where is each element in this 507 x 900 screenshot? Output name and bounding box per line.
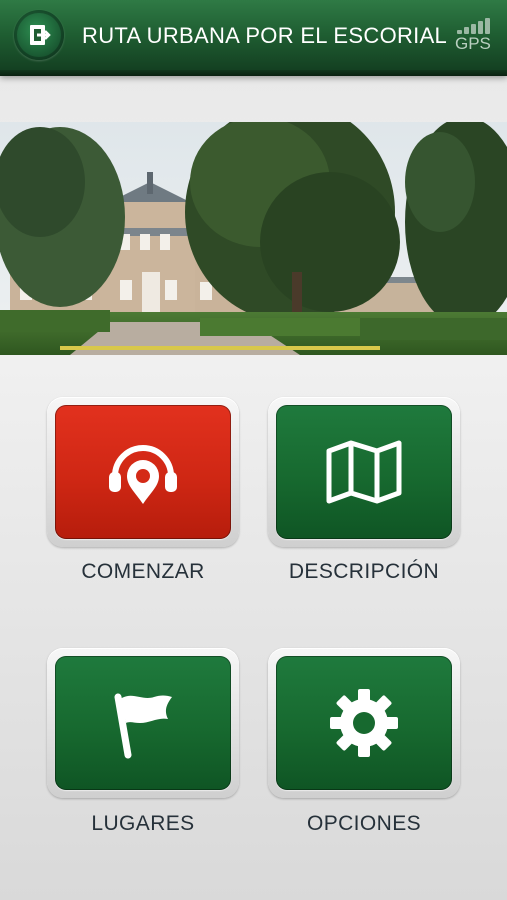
- app-title: RUTA URBANA POR EL ESCORIAL: [82, 23, 448, 48]
- menu-tile-frame-comenzar: [47, 397, 239, 547]
- comenzar-label[interactable]: COMENZAR: [28, 560, 258, 584]
- menu-tile-frame-lugares: [47, 648, 239, 798]
- comenzar-button[interactable]: [55, 405, 231, 539]
- app-header: RUTA URBANA POR EL ESCORIAL GPS: [0, 0, 507, 76]
- exit-button[interactable]: [14, 10, 64, 60]
- gps-signal-icon: [457, 18, 493, 34]
- gear-icon: [330, 689, 398, 757]
- gps-status: GPS: [455, 14, 495, 56]
- gps-label: GPS: [455, 34, 491, 53]
- exit-door-icon: [30, 25, 51, 45]
- menu-tile-frame-descripcion: [268, 397, 460, 547]
- menu-tile-frame-opciones: [268, 648, 460, 798]
- lugares-label[interactable]: LUGARES: [28, 812, 258, 836]
- hero-image: [0, 122, 507, 355]
- descripcion-label[interactable]: DESCRIPCIÓN: [249, 560, 479, 584]
- opciones-label[interactable]: OPCIONES: [249, 812, 479, 836]
- folded-map-icon: [326, 440, 402, 504]
- flag-icon: [114, 693, 172, 759]
- lugares-button[interactable]: [55, 656, 231, 790]
- descripcion-button[interactable]: [276, 405, 452, 539]
- opciones-button[interactable]: [276, 656, 452, 790]
- headphones-pin-icon: [109, 445, 177, 504]
